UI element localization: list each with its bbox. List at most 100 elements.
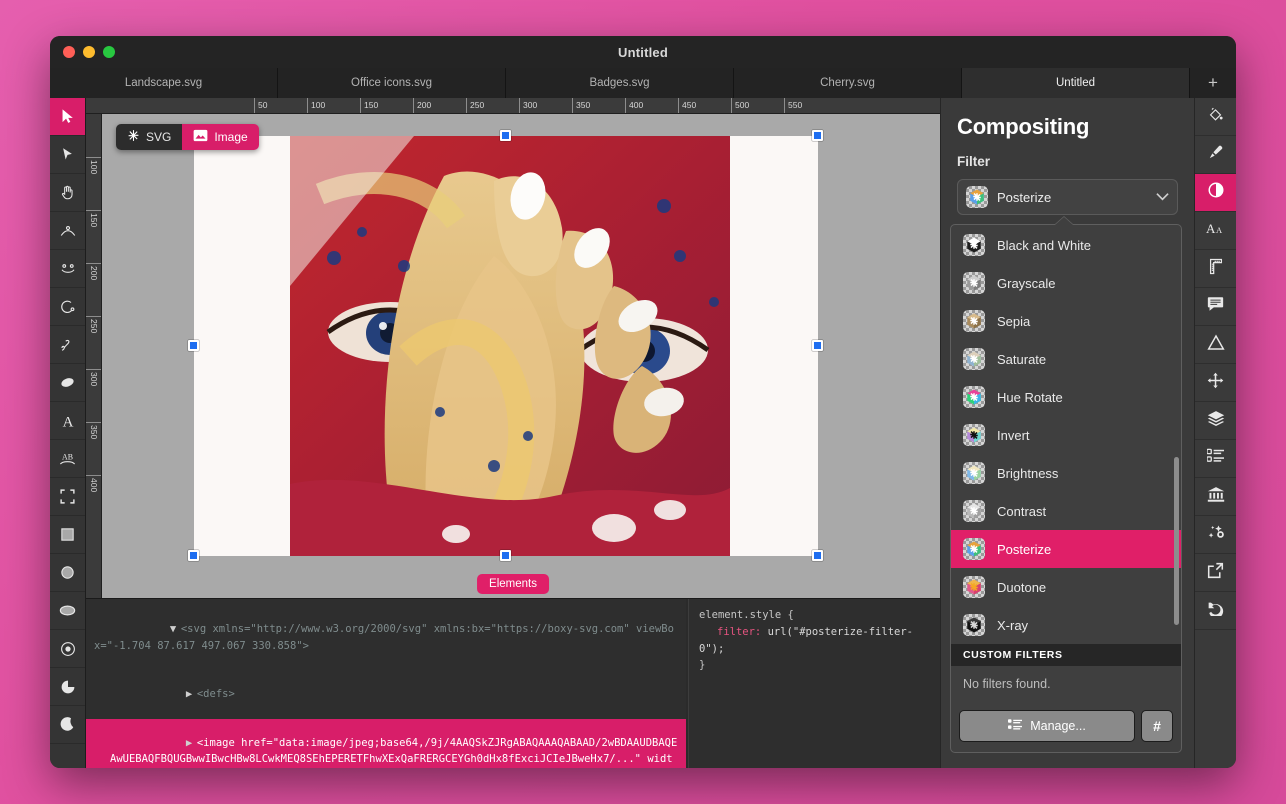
canvas-row: 100150200250300350400 SVG: [86, 114, 940, 598]
tab-badges[interactable]: Badges.svg: [506, 68, 734, 98]
ring-tool[interactable]: [50, 630, 85, 668]
close-window-button[interactable]: [63, 46, 75, 58]
ruler-v-tick-label: 350: [89, 425, 99, 428]
disclosure-triangle-closed-icon[interactable]: ▶: [186, 686, 197, 702]
stroke-tool[interactable]: [1195, 136, 1236, 174]
tab-untitled[interactable]: Untitled: [962, 68, 1190, 98]
filter-option-sepia[interactable]: Sepia: [951, 302, 1181, 340]
filter-option-black-and-white[interactable]: Black and White: [951, 226, 1181, 264]
filter-option-sepia-label: Sepia: [997, 314, 1030, 329]
typography-tool[interactable]: AA: [1195, 212, 1236, 250]
transform-tool[interactable]: [1195, 364, 1236, 402]
elements-badge[interactable]: Elements: [477, 574, 549, 594]
ruler-h-tick: 200: [413, 98, 431, 114]
ruler-v-tick-label: 250: [89, 319, 99, 322]
circle-tool[interactable]: [50, 554, 85, 592]
tab-office-icons[interactable]: Office icons.svg: [278, 68, 506, 98]
dom-tree-pane[interactable]: ▼<svg xmlns="http://www.w3.org/2000/svg"…: [86, 599, 686, 768]
resize-handle-top-center[interactable]: [500, 130, 511, 141]
effects-tool[interactable]: [1195, 516, 1236, 554]
filter-dropdown-list[interactable]: Black and White Grayscale Sepia Saturate: [950, 224, 1182, 753]
filter-option-duotone[interactable]: Duotone: [951, 568, 1181, 606]
list-tool[interactable]: [1195, 440, 1236, 478]
compositing-tool[interactable]: [1195, 174, 1236, 212]
fill-tool[interactable]: [1195, 98, 1236, 136]
export-tool[interactable]: [1195, 554, 1236, 592]
ellipse-tool[interactable]: [50, 592, 85, 630]
resize-handle-middle-left[interactable]: [188, 340, 199, 351]
geometry-tool[interactable]: [1195, 326, 1236, 364]
crop-tool[interactable]: [50, 478, 85, 516]
blob-tool[interactable]: [50, 364, 85, 402]
crescent-tool[interactable]: [50, 706, 85, 744]
layers-tool[interactable]: [1195, 402, 1236, 440]
move-arrows-icon: [1207, 372, 1224, 394]
filter-option-grayscale[interactable]: Grayscale: [951, 264, 1181, 302]
select-arrow-tool[interactable]: [50, 98, 85, 136]
speech-bubble-icon: [1207, 296, 1224, 317]
rectangle-tool[interactable]: [50, 516, 85, 554]
filter-id-button[interactable]: #: [1141, 710, 1173, 742]
ruler-h-tick: 300: [519, 98, 537, 114]
filter-option-hue-rotate[interactable]: Hue Rotate: [951, 378, 1181, 416]
dom-line-defs[interactable]: ▶<defs>: [86, 670, 686, 719]
filter-thumb-posterize-icon: [963, 538, 985, 560]
text-tool[interactable]: A: [50, 402, 85, 440]
text-on-path-tool[interactable]: AB: [50, 440, 85, 478]
dom-line-defs-text: <defs>: [197, 688, 235, 700]
museum-icon: [1207, 486, 1225, 508]
freehand-tool[interactable]: [50, 326, 85, 364]
two-nodes-icon: [59, 260, 77, 278]
horizontal-ruler[interactable]: 50100150200250300350400450500550: [86, 98, 940, 114]
resize-handle-bottom-left[interactable]: [188, 550, 199, 561]
css-property-name: filter:: [699, 626, 761, 638]
resize-handle-top-right[interactable]: [812, 130, 823, 141]
chip-image[interactable]: Image: [182, 124, 258, 150]
resize-handle-bottom-center[interactable]: [500, 550, 511, 561]
minimize-window-button[interactable]: [83, 46, 95, 58]
manage-filters-button[interactable]: Manage...: [959, 710, 1135, 742]
pie-tool[interactable]: [50, 668, 85, 706]
dropdown-scrollbar[interactable]: [1174, 457, 1179, 625]
resize-handle-middle-right[interactable]: [812, 340, 823, 351]
new-tab-button[interactable]: +: [1190, 68, 1236, 98]
maximize-window-button[interactable]: [103, 46, 115, 58]
filter-option-x-ray[interactable]: X-ray: [951, 606, 1181, 644]
filter-option-contrast[interactable]: Contrast: [951, 492, 1181, 530]
disclosure-triangle-closed-icon-2[interactable]: ▶: [186, 735, 197, 751]
canvas-artboard[interactable]: SVG Image: [102, 114, 940, 598]
filter-option-brightness[interactable]: Brightness: [951, 454, 1181, 492]
filter-option-posterize[interactable]: Posterize: [951, 530, 1181, 568]
filter-section-label: Filter: [957, 154, 1178, 169]
resize-handle-bottom-right[interactable]: [812, 550, 823, 561]
comments-tool[interactable]: [1195, 288, 1236, 326]
filter-option-saturate[interactable]: Saturate: [951, 340, 1181, 378]
tab-landscape[interactable]: Landscape.svg: [50, 68, 278, 98]
window-title: Untitled: [50, 45, 1236, 60]
disclosure-triangle-open-icon[interactable]: ▼: [170, 621, 181, 637]
node-edit-tool[interactable]: [50, 212, 85, 250]
vertical-ruler[interactable]: 100150200250300350400: [86, 114, 102, 598]
css-styles-pane[interactable]: element.style { filter: url("#posterize-…: [688, 599, 940, 768]
multi-node-tool[interactable]: [50, 250, 85, 288]
undo-arrow-icon: [1207, 600, 1225, 621]
library-tool[interactable]: [1195, 478, 1236, 516]
selected-image-element[interactable]: [194, 136, 818, 556]
chip-svg[interactable]: SVG: [116, 124, 182, 150]
direct-select-tool[interactable]: [50, 136, 85, 174]
tab-cherry[interactable]: Cherry.svg: [734, 68, 962, 98]
undo-tool[interactable]: [1195, 592, 1236, 630]
filter-select[interactable]: Posterize: [957, 179, 1178, 215]
filter-option-invert[interactable]: Invert: [951, 416, 1181, 454]
dom-line-svg[interactable]: ▼<svg xmlns="http://www.w3.org/2000/svg"…: [86, 605, 686, 670]
filter-thumb-saturate-icon: [963, 348, 985, 370]
dom-line-image-selected[interactable]: ▶<image href="data:image/jpeg;base64,/9j…: [86, 719, 686, 768]
arc-tool[interactable]: [50, 288, 85, 326]
filter-thumb-x-ray-icon: [963, 614, 985, 636]
chevron-down-icon[interactable]: [1156, 190, 1169, 204]
measure-tool[interactable]: [1195, 250, 1236, 288]
sparkles-gear-icon: [1207, 523, 1225, 546]
ruler-v-tick: 150: [86, 210, 102, 223]
hand-tool[interactable]: [50, 174, 85, 212]
ruler-v-tick-label: 150: [89, 213, 99, 216]
